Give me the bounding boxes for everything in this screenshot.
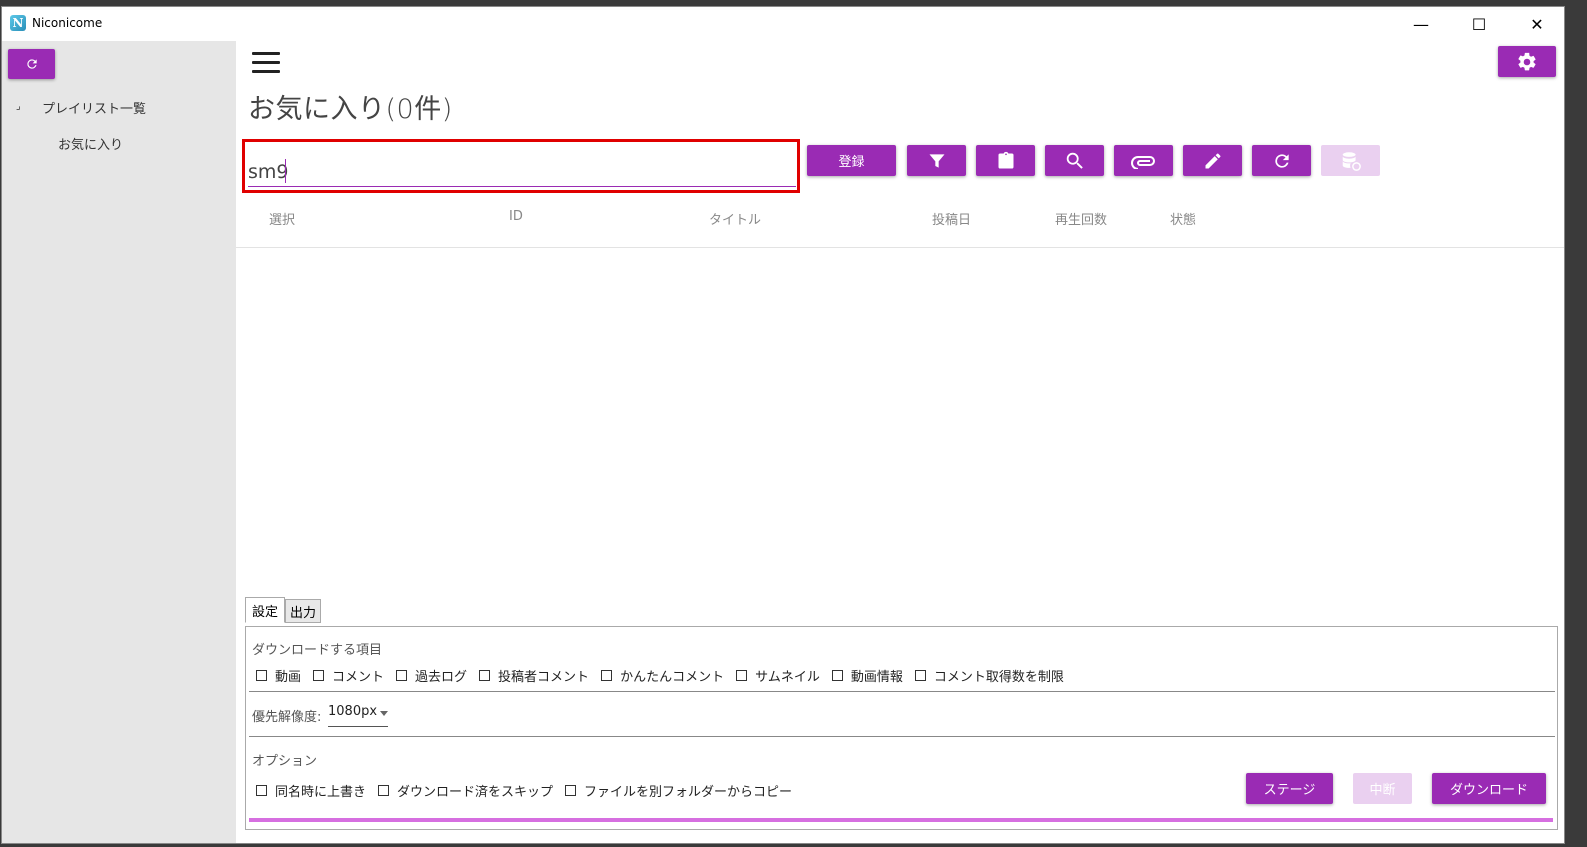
column-header-status[interactable]: 状態	[1170, 209, 1196, 228]
checkbox-comment[interactable]: コメント	[313, 666, 384, 685]
checkbox-box[interactable]	[601, 670, 613, 681]
maximize-button[interactable]: ☐	[1450, 7, 1508, 41]
menu-icon[interactable]	[252, 52, 280, 74]
refresh-list-button[interactable]	[1252, 145, 1311, 176]
text-caret	[285, 159, 286, 183]
column-header-title[interactable]: タイトル	[709, 209, 761, 228]
settings-panel: ダウンロードする項目 動画 コメント 過去ログ 投稿者コメント かんたんコメント…	[245, 626, 1558, 830]
resolution-label: 優先解像度:	[252, 710, 322, 725]
page-title: お気に入り(0件)	[248, 94, 453, 125]
main-content: お気に入り(0件) 登録 選択 ID タイトル	[236, 41, 1564, 843]
filter-button[interactable]	[907, 145, 966, 176]
options-label: オプション	[252, 754, 318, 769]
column-header-id[interactable]: ID	[509, 209, 523, 224]
checkbox-copy-from-folder[interactable]: ファイルを別フォルダーからコピー	[565, 781, 792, 800]
app-window: N Niconicome — ☐ ⌟ プレイリスト一覧 お気に入り お気に入り(…	[1, 6, 1565, 844]
database-sync-icon	[1340, 150, 1362, 172]
checkbox-label: 投稿者コメント	[498, 670, 590, 685]
checkbox-label: 動画	[275, 670, 302, 685]
checkbox-label: サムネイル	[755, 670, 820, 685]
search-highlight-frame	[242, 139, 800, 193]
app-logo-icon: N	[10, 15, 26, 31]
progress-bar	[249, 818, 1553, 822]
minimize-button[interactable]: —	[1392, 7, 1450, 41]
database-sync-button[interactable]	[1321, 145, 1380, 176]
checkbox-box[interactable]	[565, 785, 577, 796]
close-button[interactable]: ✕	[1508, 7, 1564, 41]
checkbox-label: 過去ログ	[415, 670, 468, 685]
search-button[interactable]	[1045, 145, 1104, 176]
column-header-view-count[interactable]: 再生回数	[1055, 209, 1107, 228]
checkbox-box[interactable]	[736, 670, 748, 681]
checkbox-box[interactable]	[256, 670, 267, 681]
resolution-select[interactable]: 1080px	[328, 704, 388, 727]
settings-button[interactable]	[1498, 46, 1556, 77]
tree-item-favorites[interactable]: お気に入り	[58, 134, 123, 153]
tab-settings[interactable]: 設定	[245, 597, 285, 623]
download-button[interactable]: ダウンロード	[1432, 773, 1546, 804]
window-title: Niconicome	[32, 16, 103, 30]
column-header-upload-date[interactable]: 投稿日	[932, 209, 971, 228]
chevron-down-icon	[380, 711, 388, 716]
checkbox-video-info[interactable]: 動画情報	[831, 666, 903, 685]
abort-button[interactable]: 中断	[1353, 773, 1412, 804]
column-header-select[interactable]: 選択	[269, 209, 295, 228]
title-bar: N Niconicome — ☐	[2, 7, 1564, 41]
tree-collapse-toggle[interactable]: ⌟	[16, 101, 21, 112]
checkbox-label: ダウンロード済をスキップ	[397, 785, 554, 800]
checkbox-label: コメント取得数を制限	[933, 670, 1064, 685]
video-id-input[interactable]	[248, 158, 796, 187]
sidebar: ⌟ プレイリスト一覧 お気に入り	[2, 41, 236, 843]
checkbox-box[interactable]	[479, 670, 491, 681]
download-items-label: ダウンロードする項目	[252, 643, 383, 658]
download-items-row: 動画 コメント 過去ログ 投稿者コメント かんたんコメント サムネイル 動画情報…	[256, 666, 1076, 685]
filter-icon	[927, 151, 947, 171]
sidebar-refresh-button[interactable]	[8, 49, 55, 79]
tree-item-playlist-root[interactable]: プレイリスト一覧	[42, 98, 146, 117]
checkbox-box[interactable]	[256, 785, 267, 796]
checkbox-overwrite[interactable]: 同名時に上書き	[256, 781, 366, 800]
checkbox-box[interactable]	[831, 670, 843, 681]
search-icon	[1064, 150, 1086, 172]
options-row: 同名時に上書き ダウンロード済をスキップ ファイルを別フォルダーからコピー	[256, 781, 804, 800]
edit-button[interactable]	[1183, 145, 1242, 176]
pencil-icon	[1203, 151, 1223, 171]
checkbox-limit-comments[interactable]: コメント取得数を制限	[914, 666, 1064, 685]
tab-output[interactable]: 出力	[285, 599, 321, 623]
gear-icon	[1516, 51, 1538, 73]
refresh-icon	[25, 57, 39, 71]
paperclip-icon	[1130, 153, 1157, 169]
checkbox-box[interactable]	[313, 670, 325, 681]
checkbox-video[interactable]: 動画	[256, 666, 301, 685]
register-button[interactable]: 登録	[807, 145, 896, 176]
checkbox-past-log[interactable]: 過去ログ	[396, 666, 467, 685]
refresh-icon	[1272, 151, 1292, 171]
checkbox-box[interactable]	[378, 785, 390, 796]
resolution-value: 1080px	[328, 704, 378, 719]
checkbox-easy-comment[interactable]: かんたんコメント	[601, 666, 724, 685]
checkbox-box[interactable]	[396, 670, 408, 681]
checkbox-label: ファイルを別フォルダーからコピー	[584, 785, 793, 800]
attach-button[interactable]	[1114, 145, 1173, 176]
panel-divider	[249, 691, 1555, 692]
checkbox-thumbnail[interactable]: サムネイル	[736, 666, 820, 685]
stage-button[interactable]: ステージ	[1246, 773, 1333, 804]
table-header-divider	[236, 247, 1564, 248]
checkbox-label: 同名時に上書き	[275, 785, 367, 800]
checkbox-owner-comment[interactable]: 投稿者コメント	[479, 666, 589, 685]
clipboard-button[interactable]	[976, 145, 1035, 176]
clipboard-icon	[996, 150, 1016, 172]
checkbox-skip-downloaded[interactable]: ダウンロード済をスキップ	[378, 781, 553, 800]
checkbox-label: かんたんコメント	[620, 670, 725, 685]
checkbox-label: コメント	[332, 670, 385, 685]
checkbox-label: 動画情報	[850, 670, 903, 685]
panel-divider	[249, 736, 1555, 737]
checkbox-box[interactable]	[914, 670, 926, 681]
